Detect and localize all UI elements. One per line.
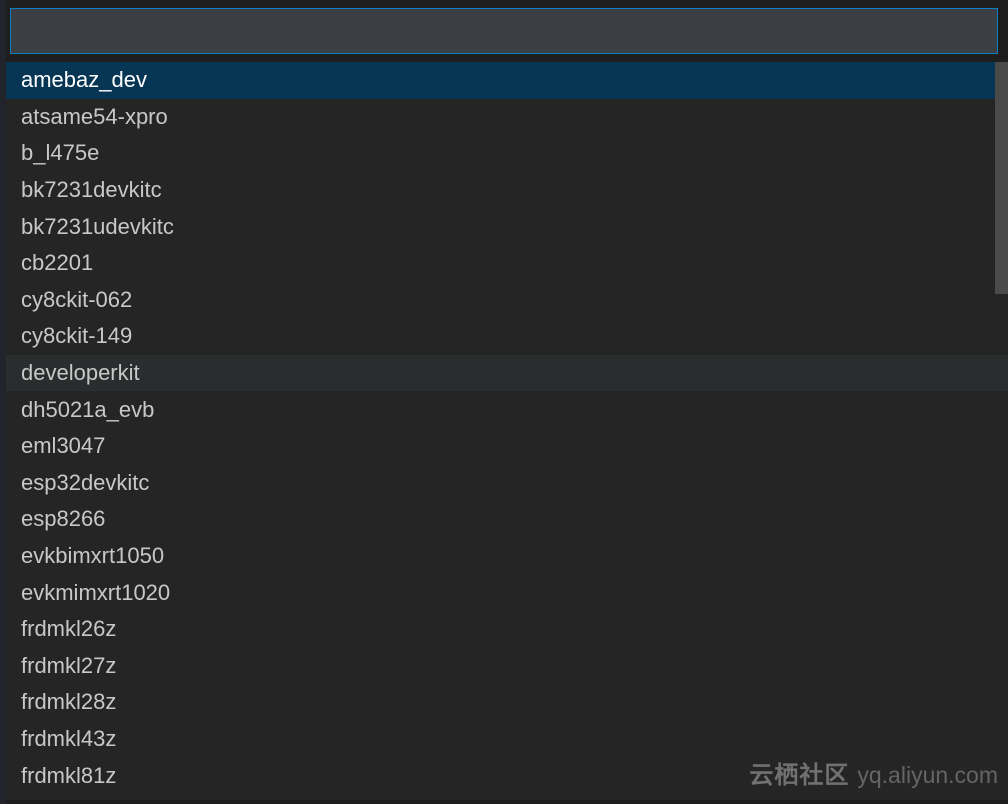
list-item[interactable]: cy8ckit-062: [6, 282, 1008, 319]
list-item-label: b_l475e: [21, 140, 99, 166]
list-item[interactable]: bk7231udevkitc: [6, 208, 1008, 245]
list-item[interactable]: frdmkl26z: [6, 611, 1008, 648]
list-item[interactable]: evkbimxrt1050: [6, 538, 1008, 575]
list-item-label: evkmimxrt1020: [21, 580, 170, 606]
list-item[interactable]: cb2201: [6, 245, 1008, 282]
search-box[interactable]: [10, 8, 998, 54]
list-item-label: esp8266: [21, 506, 105, 532]
list-item-label: developerkit: [21, 360, 140, 386]
list-item[interactable]: bk7231devkitc: [6, 172, 1008, 209]
quick-pick-panel: amebaz_dev atsame54-xpro b_l475e bk7231devk…: [0, 0, 1008, 804]
watermark: 云栖社区 yq.aliyun.com: [749, 755, 998, 790]
list-item[interactable]: dh5021a_evb: [6, 391, 1008, 428]
list-item[interactable]: esp8266: [6, 501, 1008, 538]
list-item-label: frdmkl43z: [21, 726, 116, 752]
list-item-label: cy8ckit-149: [21, 323, 132, 349]
list-item-label: frdmkl26z: [21, 616, 116, 642]
list-item-label: evkbimxrt1050: [21, 543, 164, 569]
list-item-label: cy8ckit-062: [21, 287, 132, 313]
list-item-label: frdmkl27z: [21, 653, 116, 679]
scrollbar-thumb[interactable]: [995, 62, 1008, 294]
list-item[interactable]: evkmimxrt1020: [6, 574, 1008, 611]
list-item[interactable]: atsame54-xpro: [6, 99, 1008, 136]
list-item[interactable]: b_l475e: [6, 135, 1008, 172]
list-item-label: eml3047: [21, 433, 105, 459]
list-item[interactable]: amebaz_dev: [6, 62, 1008, 99]
list-item-label: esp32devkitc: [21, 470, 149, 496]
watermark-brand: 云栖社区: [749, 755, 849, 790]
watermark-url: yq.aliyun.com: [857, 762, 998, 789]
option-list: amebaz_dev atsame54-xpro b_l475e bk7231devk…: [6, 62, 1008, 800]
list-item[interactable]: frdmkl28z: [6, 684, 1008, 721]
list-item-label: atsame54-xpro: [21, 104, 168, 130]
list-item-label: cb2201: [21, 250, 93, 276]
list-item[interactable]: cy8ckit-149: [6, 318, 1008, 355]
list-item[interactable]: eml3047: [6, 428, 1008, 465]
list-item-label: frdmkl28z: [21, 689, 116, 715]
list-item-label: frdmkl81z: [21, 763, 116, 789]
list-item-label: bk7231devkitc: [21, 177, 162, 203]
list-item[interactable]: developerkit: [6, 355, 1008, 392]
list-item[interactable]: frdmkl27z: [6, 648, 1008, 685]
list-item-label: bk7231udevkitc: [21, 214, 174, 240]
list-item-label: dh5021a_evb: [21, 397, 154, 423]
search-input[interactable]: [11, 9, 997, 53]
list-item[interactable]: frdmkl43z: [6, 721, 1008, 758]
list-item-label: amebaz_dev: [21, 67, 147, 93]
list-item[interactable]: esp32devkitc: [6, 465, 1008, 502]
